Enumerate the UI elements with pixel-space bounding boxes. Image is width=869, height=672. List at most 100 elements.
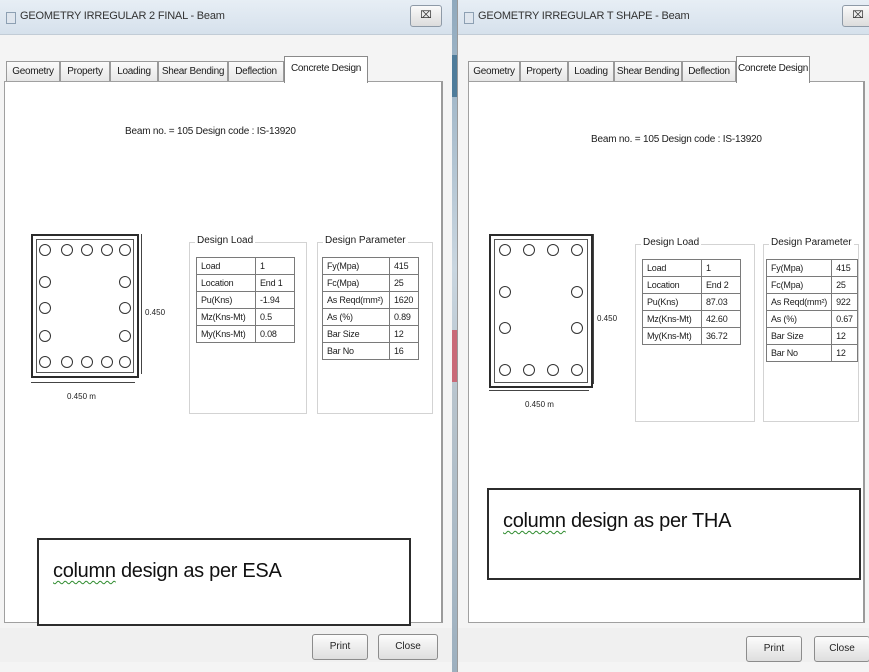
table-cell-key: Fy(Mpa) — [322, 257, 390, 275]
rebar-icon — [39, 356, 51, 368]
right-tab-concrete-design[interactable]: Concrete Design — [736, 56, 810, 83]
left-dim-line-horizontal — [31, 382, 135, 383]
table-cell-value: 1 — [255, 257, 295, 275]
rebar-icon — [571, 244, 583, 256]
table-cell-key: Pu(Kns) — [642, 293, 702, 311]
right-tab-deflection[interactable]: Deflection — [682, 61, 736, 82]
left-dim-side: 0.450 — [145, 308, 166, 317]
table-cell-value: 16 — [389, 342, 419, 360]
left-dim-bottom: 0.450 m — [67, 392, 96, 401]
table-row: Load 1 — [642, 259, 741, 277]
table-cell-value: 12 — [831, 327, 858, 345]
table-cell-value: 1 — [701, 259, 741, 277]
table-cell-key: As Reqd(mm²) — [322, 291, 390, 309]
rebar-icon — [499, 286, 511, 298]
rebar-icon — [61, 356, 73, 368]
left-annotation-word: column — [53, 560, 116, 582]
right-design-load-group: Design Load Load 1 Location End 2 Pu(Kns) 8… — [635, 237, 755, 422]
table-cell-key: Bar No — [322, 342, 390, 360]
left-print-button[interactable]: Print — [312, 634, 368, 660]
rebar-icon — [119, 244, 131, 256]
rebar-icon — [571, 364, 583, 376]
table-row: Pu(Kns) 87.03 — [642, 293, 741, 311]
rebar-icon — [571, 322, 583, 334]
table-cell-value: -1.94 — [255, 291, 295, 309]
left-tab-deflection[interactable]: Deflection — [228, 61, 284, 82]
table-cell-value: 87.03 — [701, 293, 741, 311]
right-tab-shear-bending[interactable]: Shear Bending — [614, 61, 682, 82]
rebar-icon — [571, 286, 583, 298]
left-close-icon[interactable]: ⌧ — [410, 5, 442, 27]
table-row: Fy(Mpa) 415 — [765, 259, 858, 277]
left-window-title: GEOMETRY IRREGULAR 2 FINAL - Beam — [20, 10, 225, 22]
right-section-stirrup — [494, 239, 588, 383]
right-dim-line-vertical — [593, 234, 594, 384]
rebar-icon — [39, 276, 51, 288]
table-cell-value: 25 — [831, 276, 858, 294]
table-cell-value: 0.08 — [255, 325, 295, 343]
table-cell-key: Mz(Kns-Mt) — [642, 310, 702, 328]
table-row: Bar Size 12 — [322, 325, 419, 343]
left-design-param-table: Fy(Mpa) 415 Fc(Mpa) 25 As Reqd(mm²) 1620 As… — [322, 257, 419, 360]
right-window: GEOMETRY IRREGULAR T SHAPE - Beam ⌧ Geom… — [457, 0, 869, 672]
right-window-title: GEOMETRY IRREGULAR T SHAPE - Beam — [478, 10, 690, 22]
left-tab-shear-bending[interactable]: Shear Bending — [158, 61, 228, 82]
left-design-load-group: Design Load Load 1 Location End 1 Pu(Kns) -… — [189, 235, 307, 414]
table-row: As (%) 0.89 — [322, 308, 419, 326]
table-cell-key: As (%) — [322, 308, 390, 326]
left-design-param-legend: Design Parameter — [323, 235, 408, 246]
left-tab-concrete-design[interactable]: Concrete Design — [284, 56, 368, 83]
table-cell-value: 25 — [389, 274, 419, 292]
rebar-icon — [101, 244, 113, 256]
left-tab-property[interactable]: Property — [60, 61, 110, 82]
left-annotation-rest: design as per ESA — [115, 560, 282, 582]
table-cell-value: 1620 — [389, 291, 419, 309]
right-tab-geometry[interactable]: Geometry — [468, 61, 520, 82]
table-cell-key: Load — [196, 257, 256, 275]
right-design-param-legend: Design Parameter — [769, 237, 854, 248]
right-column-section — [489, 234, 593, 388]
table-row: My(Kns-Mt) 0.08 — [196, 325, 295, 343]
left-design-load-table: Load 1 Location End 1 Pu(Kns) -1.94 Mz(Kns-… — [196, 257, 295, 343]
table-row: Pu(Kns) -1.94 — [196, 291, 295, 309]
table-row: Mz(Kns-Mt) 42.60 — [642, 310, 741, 328]
right-titlebar: GEOMETRY IRREGULAR T SHAPE - Beam ⌧ — [458, 0, 869, 35]
rebar-icon — [547, 364, 559, 376]
table-cell-value: 415 — [831, 259, 858, 277]
right-tab-strip: Geometry Property Loading Shear Bending … — [458, 56, 869, 83]
rebar-icon — [81, 244, 93, 256]
table-cell-key: Fy(Mpa) — [765, 259, 833, 277]
left-footer: Print Close — [0, 628, 452, 662]
table-row: My(Kns-Mt) 36.72 — [642, 327, 741, 345]
left-design-load-legend: Design Load — [195, 235, 256, 246]
left-tab-strip: Geometry Property Loading Shear Bending … — [0, 56, 452, 83]
right-close-button[interactable]: Close — [814, 636, 869, 662]
left-beam-info: Beam no. = 105 Design code : IS-13920 — [125, 126, 296, 137]
table-cell-key: Pu(Kns) — [196, 291, 256, 309]
rebar-icon — [523, 364, 535, 376]
left-close-button[interactable]: Close — [378, 634, 438, 660]
left-titlebar: GEOMETRY IRREGULAR 2 FINAL - Beam ⌧ — [0, 0, 452, 35]
left-tab-loading[interactable]: Loading — [110, 61, 158, 82]
table-cell-key: My(Kns-Mt) — [642, 327, 702, 345]
rebar-icon — [119, 276, 131, 288]
table-row: Bar Size 12 — [765, 327, 858, 345]
right-tab-property[interactable]: Property — [520, 61, 568, 82]
right-tab-panel: Beam no. = 105 Design code : IS-13920 0.… — [468, 81, 865, 623]
table-row: As Reqd(mm²) 922 — [765, 293, 858, 311]
right-print-button[interactable]: Print — [746, 636, 802, 662]
right-close-icon[interactable]: ⌧ — [842, 5, 869, 27]
table-cell-key: Bar No — [765, 344, 833, 362]
table-cell-key: Fc(Mpa) — [322, 274, 390, 292]
left-tab-panel: Beam no. = 105 Design code : IS-13920 0.… — [4, 81, 443, 626]
right-design-load-legend: Design Load — [641, 237, 702, 248]
table-cell-key: As (%) — [765, 310, 833, 328]
rebar-icon — [39, 330, 51, 342]
left-design-param-group: Design Parameter Fy(Mpa) 415 Fc(Mpa) 25 As… — [317, 235, 433, 414]
right-annotation-box: column design as per THA — [487, 488, 861, 580]
right-tab-loading[interactable]: Loading — [568, 61, 614, 82]
rebar-icon — [81, 356, 93, 368]
left-tab-geometry[interactable]: Geometry — [6, 61, 60, 82]
table-row: As Reqd(mm²) 1620 — [322, 291, 419, 309]
left-dim-line-vertical — [141, 234, 142, 374]
